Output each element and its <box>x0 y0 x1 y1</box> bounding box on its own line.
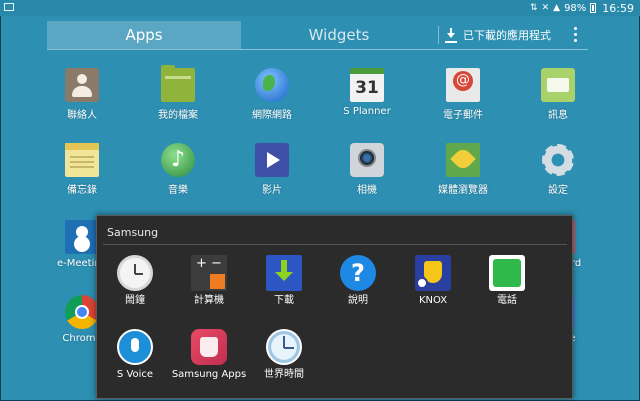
app-label: 音樂 <box>168 185 188 196</box>
music-icon <box>161 143 195 177</box>
folder-divider <box>103 244 567 245</box>
globe-icon <box>255 68 289 102</box>
calculator-icon <box>191 255 227 291</box>
screenshot-notification-icon <box>4 3 14 11</box>
app-help[interactable]: ? 說明 <box>320 255 396 307</box>
email-icon <box>446 68 480 102</box>
app-label: 媒體瀏覽器 <box>438 185 488 196</box>
app-label: 訊息 <box>548 110 568 121</box>
contacts-icon <box>65 68 99 102</box>
app-label: 影片 <box>262 185 282 196</box>
app-downloads[interactable]: 下載 <box>246 255 322 307</box>
app-label: 電子郵件 <box>443 110 483 121</box>
app-video[interactable]: 影片 <box>229 143 315 196</box>
tab-underline <box>47 49 588 50</box>
samsung-folder-popup: Samsung 鬧鐘 計算機 下載 ? 說明 KNOX 電話 S Voice S… <box>96 215 573 399</box>
app-label: 我的檔案 <box>158 110 198 121</box>
app-messages[interactable]: 訊息 <box>515 68 601 121</box>
gallery-icon <box>446 143 480 177</box>
app-label: 說明 <box>348 295 368 306</box>
shopping-bag-icon <box>191 329 227 365</box>
app-music[interactable]: 音樂 <box>135 143 221 196</box>
chrome-icon <box>65 295 99 329</box>
app-label: 網際網路 <box>252 110 292 121</box>
alarm-clock-icon <box>117 255 153 291</box>
app-knox[interactable]: KNOX <box>395 255 471 307</box>
help-icon: ? <box>340 255 376 291</box>
app-label: 設定 <box>548 185 568 196</box>
app-samsung-apps[interactable]: Samsung Apps <box>171 329 247 381</box>
e-meeting-icon <box>65 220 99 254</box>
app-s-planner[interactable]: 31 S Planner <box>324 68 410 117</box>
app-internet[interactable]: 網際網路 <box>229 68 315 121</box>
app-settings[interactable]: 設定 <box>515 143 601 196</box>
memo-icon <box>65 143 99 177</box>
gear-icon <box>541 143 575 177</box>
app-label: 備忘錄 <box>67 185 97 196</box>
camera-icon <box>350 143 384 177</box>
download-arrow-icon <box>266 255 302 291</box>
more-options-icon[interactable] <box>574 27 578 43</box>
app-label: 聯絡人 <box>67 110 97 121</box>
app-label: 下載 <box>274 295 294 306</box>
downloaded-apps-button[interactable]: 已下載的應用程式 <box>445 21 551 49</box>
mute-icon: ✕ <box>541 3 550 13</box>
tab-apps[interactable]: Apps <box>47 21 241 49</box>
app-world-clock[interactable]: 世界時間 <box>246 329 322 381</box>
folder-title[interactable]: Samsung <box>107 226 158 239</box>
app-label: Samsung Apps <box>171 369 247 380</box>
app-label: 世界時間 <box>264 369 304 380</box>
app-email[interactable]: 電子郵件 <box>420 68 506 121</box>
app-gallery[interactable]: 媒體瀏覽器 <box>420 143 506 196</box>
app-alarm[interactable]: 鬧鐘 <box>97 255 173 307</box>
signal-icon: ▲ <box>553 3 561 13</box>
knox-shield-icon <box>415 255 451 291</box>
app-camera[interactable]: 相機 <box>324 143 410 196</box>
status-bar: ⇅ ✕ ▲ 98% 16:59 <box>0 0 640 16</box>
app-my-files[interactable]: 我的檔案 <box>135 65 221 121</box>
downloaded-apps-label: 已下載的應用程式 <box>463 29 551 42</box>
video-icon <box>255 143 289 177</box>
calendar-icon: 31 <box>350 68 384 102</box>
status-icons: ⇅ ✕ ▲ 98% 16:59 <box>530 1 634 15</box>
status-time: 16:59 <box>602 1 634 15</box>
app-label: KNOX <box>418 295 448 306</box>
battery-percent: 98% <box>564 2 587 14</box>
tab-widgets-label: Widgets <box>308 26 370 44</box>
app-label: S Voice <box>116 369 154 380</box>
app-calculator[interactable]: 計算機 <box>171 255 247 307</box>
app-phone[interactable]: 電話 <box>469 255 545 307</box>
tab-apps-label: Apps <box>125 26 163 44</box>
world-clock-icon <box>266 329 302 365</box>
wifi-icon: ⇅ <box>530 3 538 13</box>
app-label: 相機 <box>357 185 377 196</box>
tab-divider <box>438 26 439 44</box>
tab-widgets[interactable]: Widgets <box>243 21 435 49</box>
folder-icon <box>161 65 195 102</box>
app-contacts[interactable]: 聯絡人 <box>39 68 125 121</box>
app-label: 鬧鐘 <box>125 295 145 306</box>
microphone-icon <box>117 329 153 365</box>
app-label: 計算機 <box>194 295 224 306</box>
app-s-voice[interactable]: S Voice <box>97 329 173 381</box>
app-memo[interactable]: 備忘錄 <box>39 143 125 196</box>
app-label: S Planner <box>343 106 391 117</box>
message-icon <box>541 68 575 102</box>
download-icon <box>445 27 457 43</box>
app-label: 電話 <box>497 295 517 306</box>
phone-icon <box>489 255 525 291</box>
battery-icon <box>590 3 597 13</box>
